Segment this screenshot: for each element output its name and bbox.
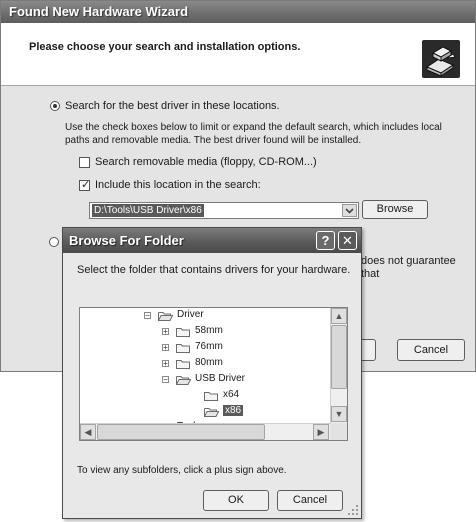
- folder-tree-item-label: 76mm: [195, 341, 223, 352]
- vertical-scrollbar[interactable]: ▲ ▼: [330, 308, 347, 423]
- wizard-titlebar[interactable]: Found New Hardware Wizard: [1, 1, 475, 23]
- close-icon: ✕: [342, 233, 353, 248]
- chevron-down-icon: [345, 208, 354, 214]
- horizontal-scroll-thumb[interactable]: [97, 424, 265, 440]
- wizard-header-panel: Please choose your search and installati…: [1, 23, 475, 86]
- ok-button-label: OK: [228, 494, 244, 506]
- scrollbar-corner: [330, 423, 347, 440]
- scroll-left-button[interactable]: ◀: [80, 424, 96, 440]
- browse-button[interactable]: Browse: [362, 200, 428, 219]
- resize-grip-icon[interactable]: [347, 504, 359, 516]
- browse-title: Browse For Folder: [69, 233, 184, 248]
- hardware-wizard-icon: [422, 40, 460, 78]
- browse-footer-hint: To view any subfolders, click a plus sig…: [77, 465, 287, 476]
- include-location-checkbox[interactable]: ✓: [79, 179, 91, 191]
- browse-for-folder-dialog: Browse For Folder ? ✕ Select the folder …: [62, 227, 362, 519]
- scroll-up-button[interactable]: ▲: [331, 308, 347, 324]
- search-description: Use the check boxes below to limit or ex…: [65, 122, 442, 146]
- include-location-label: Include this location in the search:: [95, 179, 261, 191]
- scroll-down-button[interactable]: ▼: [331, 406, 347, 422]
- browse-button-label: Browse: [376, 203, 414, 215]
- open-folder-icon: [176, 376, 191, 385]
- folder-icon: [176, 344, 190, 353]
- vertical-scroll-thumb[interactable]: [331, 325, 347, 389]
- folder-tree-item[interactable]: x64: [80, 388, 330, 404]
- browse-titlebar[interactable]: Browse For Folder ? ✕: [63, 228, 361, 253]
- scroll-right-button[interactable]: ▶: [313, 424, 329, 440]
- search-best-driver-label: Search for the best driver in these loca…: [65, 100, 280, 112]
- search-best-driver-radio[interactable]: [50, 101, 60, 111]
- folder-tree-item-label: Driver: [177, 309, 204, 320]
- folder-tree-item-label: 58mm: [195, 325, 223, 336]
- folder-tree-item-label: 80mm: [195, 357, 223, 368]
- wizard-cancel-button[interactable]: Cancel: [397, 339, 465, 361]
- folder-tree-item-label: USB Driver: [195, 373, 246, 384]
- folder-tree-item[interactable]: +76mm: [80, 340, 330, 356]
- ok-button[interactable]: OK: [203, 490, 269, 511]
- folder-tree[interactable]: −Driver+58mm+76mm+80mm−USB Driverx64x86+…: [79, 307, 348, 441]
- dont-search-radio[interactable]: [49, 237, 59, 247]
- folder-tree-item-label: x64: [223, 389, 240, 400]
- open-folder-icon: [158, 312, 173, 321]
- wizard-heading: Please choose your search and installati…: [29, 41, 301, 53]
- collapse-icon[interactable]: −: [144, 312, 151, 320]
- location-value: D:\Tools\USB Driver\x86: [92, 204, 204, 217]
- help-icon: ?: [321, 233, 330, 248]
- folder-icon: [176, 360, 190, 369]
- close-button[interactable]: ✕: [338, 231, 357, 250]
- search-removable-media-label: Search removable media (floppy, CD-ROM..…: [95, 156, 317, 168]
- location-dropdown-button[interactable]: [342, 204, 357, 217]
- browse-cancel-button[interactable]: Cancel: [277, 490, 343, 511]
- wizard-cancel-label: Cancel: [413, 344, 449, 356]
- collapse-icon[interactable]: −: [162, 376, 169, 384]
- wizard-title: Found New Hardware Wizard: [9, 4, 189, 19]
- browse-instruction: Select the folder that contains drivers …: [77, 264, 351, 276]
- check-mark-icon: ✓: [81, 179, 91, 191]
- expand-icon[interactable]: +: [162, 344, 169, 352]
- folder-tree-item[interactable]: +58mm: [80, 324, 330, 340]
- expand-icon[interactable]: +: [162, 360, 169, 368]
- location-combobox[interactable]: D:\Tools\USB Driver\x86: [89, 202, 359, 219]
- folder-tree-item[interactable]: − Driver: [80, 308, 330, 324]
- folder-icon: [176, 328, 190, 337]
- open-folder-icon: [204, 408, 219, 417]
- expand-icon[interactable]: +: [162, 328, 169, 336]
- help-button[interactable]: ?: [316, 231, 335, 250]
- horizontal-scrollbar[interactable]: ◀ ▶: [80, 423, 330, 440]
- browse-cancel-label: Cancel: [292, 494, 328, 506]
- folder-tree-item[interactable]: − USB Driver: [80, 372, 330, 388]
- search-removable-media-checkbox[interactable]: [79, 157, 90, 168]
- folder-tree-item-label: x86: [223, 405, 244, 416]
- folder-tree-item[interactable]: x86: [80, 404, 330, 420]
- folder-icon: [204, 392, 218, 401]
- driver-guarantee-note: does not guarantee that: [361, 255, 456, 280]
- folder-tree-item[interactable]: +80mm: [80, 356, 330, 372]
